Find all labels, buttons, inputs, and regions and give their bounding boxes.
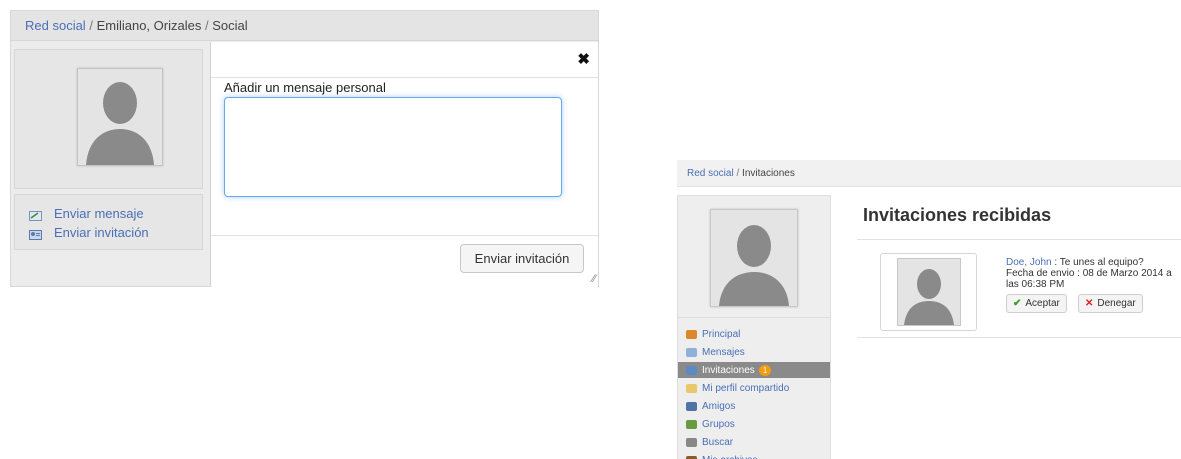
notification-badge: 1 [758, 364, 772, 376]
resize-grip-icon[interactable]: ⁄⁄ [592, 273, 596, 285]
send-invitation-link[interactable]: Enviar invitación [29, 225, 149, 240]
avatar [710, 209, 798, 307]
envelope-icon [686, 347, 697, 357]
inviter-avatar-frame [880, 253, 977, 331]
breadcrumb: Red social / Emiliano, Orizales / Social [11, 11, 598, 41]
send-message-link[interactable]: Enviar mensaje [29, 206, 144, 221]
invitation-divider [857, 337, 1181, 338]
breadcrumb-separator: / [89, 18, 93, 33]
invitations-page: Red social / Invitaciones Principal Mensa… [677, 160, 1181, 459]
accept-label: Aceptar [1025, 298, 1060, 309]
title-divider [857, 239, 1181, 240]
breadcrumb-separator: / [736, 168, 740, 179]
sidebar-item-buscar[interactable]: Buscar [678, 434, 830, 450]
sidebar-item-label: Amigos [702, 400, 736, 412]
avatar [897, 258, 961, 326]
personal-message-textarea[interactable] [224, 97, 562, 197]
send-message-label: Enviar mensaje [54, 206, 144, 221]
sidebar-item-label: Invitaciones [702, 364, 755, 376]
modal-footer-divider [211, 235, 598, 236]
person-icon [686, 401, 697, 411]
page-title: Invitaciones recibidas [863, 205, 1052, 225]
sidebar-item-label: Mi perfil compartido [702, 382, 790, 394]
sidebar-item-label: Grupos [702, 418, 735, 430]
sidebar-item-mis-archivos[interactable]: Mis archivos [678, 452, 830, 459]
sidebar-menu: Principal Mensajes Invitaciones 1 Mi perfil … [677, 317, 831, 459]
modal-header-divider [211, 77, 598, 78]
profile-avatar-box [677, 195, 831, 332]
sidebar-item-principal[interactable]: Principal [678, 326, 830, 342]
invitation-modal: ✖ Añadir un mensaje personal Enviar invi… [210, 42, 598, 287]
sidebar-item-grupos[interactable]: Grupos [678, 416, 830, 432]
close-icon[interactable]: ✖ [577, 50, 590, 68]
social-profile-panel: Red social / Emiliano, Orizales / Social… [10, 10, 599, 287]
profile-actions: Enviar mensaje Enviar invitación [14, 194, 203, 250]
avatar [77, 68, 163, 166]
breadcrumb-current: Invitaciones [742, 168, 795, 179]
sidebar-item-label: Mensajes [702, 346, 745, 358]
sidebar-item-mi-perfil-compartido[interactable]: Mi perfil compartido [678, 380, 830, 396]
invitation-details: Doe, John : Te unes al equipo? Fecha de … [1006, 257, 1181, 290]
send-invitation-button[interactable]: Enviar invitación [460, 244, 584, 273]
accept-button[interactable]: ✔ Aceptar [1006, 294, 1067, 313]
sidebar-item-label: Mis archivos [702, 455, 758, 459]
personal-message-label: Añadir un mensaje personal [224, 80, 386, 95]
breadcrumb-separator: / [204, 18, 209, 33]
contact-card-icon [29, 228, 42, 240]
default-avatar-icon [898, 259, 960, 325]
deny-button[interactable]: ✕ Denegar [1078, 294, 1143, 313]
breadcrumb: Red social / Invitaciones [677, 160, 1181, 187]
sidebar-item-mensajes[interactable]: Mensajes [678, 344, 830, 360]
invitation-message: : Te unes al equipo? [1054, 257, 1144, 268]
deny-label: Denegar [1097, 298, 1136, 309]
profile-avatar-box [14, 49, 203, 189]
group-icon [686, 419, 697, 429]
sidebar-item-label: Principal [702, 328, 741, 340]
invitations-icon [686, 365, 697, 375]
inviter-name-link[interactable]: Doe, John [1006, 257, 1052, 268]
briefcase-icon [686, 455, 697, 459]
checkmark-icon: ✔ [1013, 298, 1022, 309]
folder-icon [686, 383, 697, 393]
sidebar-item-invitaciones[interactable]: Invitaciones 1 [678, 362, 830, 378]
default-avatar-icon [78, 69, 162, 165]
home-icon [686, 329, 697, 339]
compose-message-icon [29, 209, 42, 221]
default-avatar-icon [711, 210, 797, 306]
sidebar-item-label: Buscar [702, 436, 734, 448]
invitation-date: Fecha de envio : 08 de Marzo 2014 a las … [1006, 268, 1172, 290]
send-invitation-label: Enviar invitación [54, 225, 149, 240]
sidebar-item-amigos[interactable]: Amigos [678, 398, 830, 414]
breadcrumb-user: Emiliano, Orizales [96, 18, 202, 33]
breadcrumb-current: Social [212, 18, 248, 33]
breadcrumb-root-link[interactable]: Red social [25, 18, 86, 33]
search-icon [686, 437, 697, 447]
cross-icon: ✕ [1085, 298, 1094, 309]
breadcrumb-root-link[interactable]: Red social [687, 168, 734, 179]
